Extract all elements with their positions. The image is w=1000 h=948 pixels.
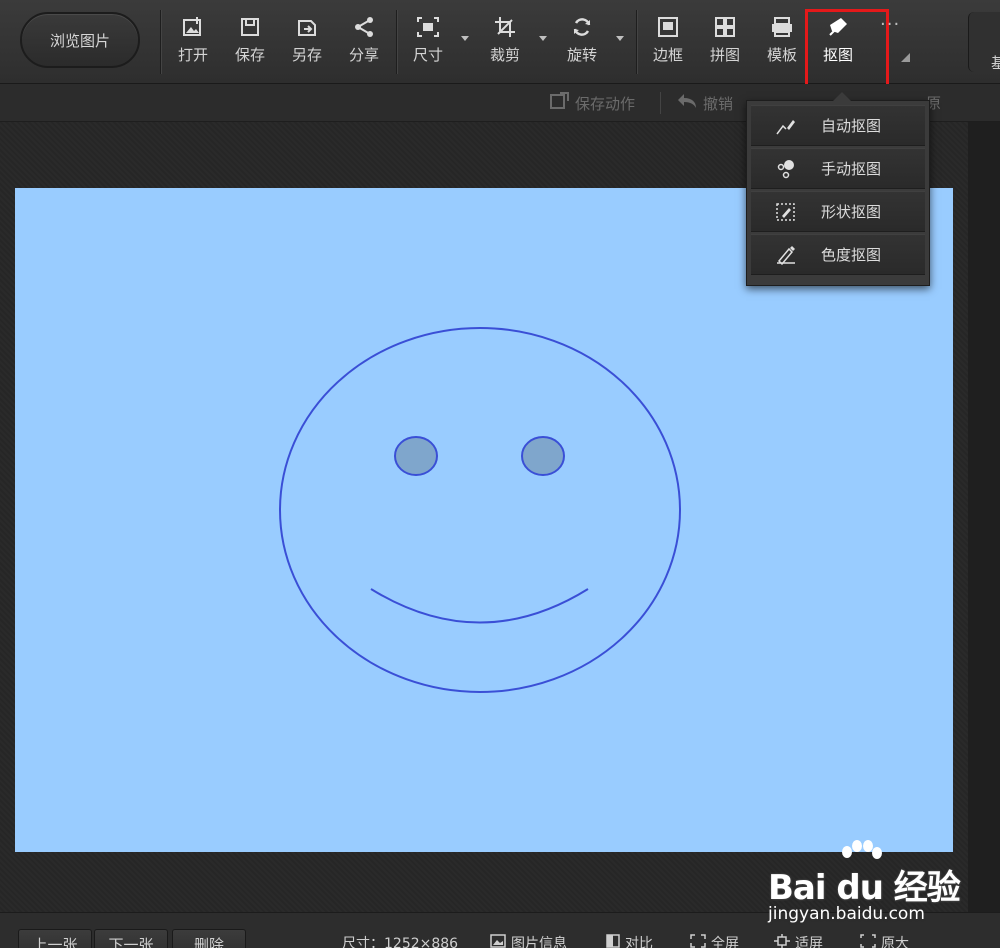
menu-item-label: 形状抠图: [821, 203, 882, 221]
open-button[interactable]: 打开: [167, 12, 219, 72]
save-action-label: 保存动作: [575, 94, 636, 113]
open-label: 打开: [177, 46, 208, 64]
template-button[interactable]: 模板: [756, 12, 808, 72]
image-info-button[interactable]: 图片信息: [490, 933, 567, 948]
border-icon: [657, 12, 679, 42]
menu-item-chroma-cutout[interactable]: 色度抠图: [751, 234, 925, 275]
save-action-button[interactable]: 保存动作: [550, 92, 635, 114]
browse-images-button[interactable]: 浏览图片: [20, 12, 140, 68]
resize-label: 尺寸: [412, 46, 443, 64]
toolbar-divider: [396, 10, 397, 74]
rotate-icon: [571, 12, 593, 42]
manual-cutout-icon: [751, 159, 821, 179]
toolbar-divider: [636, 10, 637, 74]
original-size-button[interactable]: 原大: [860, 933, 909, 948]
rotate-button[interactable]: 旋转: [556, 12, 608, 72]
next-image-button[interactable]: 下一张: [94, 929, 168, 948]
image-canvas[interactable]: [15, 188, 953, 852]
watermark-brand: Bai du 经验: [768, 868, 961, 908]
template-label: 模板: [766, 46, 797, 64]
compare-icon: [606, 934, 620, 948]
more-button[interactable]: ···: [880, 14, 900, 35]
crop-icon: [494, 12, 516, 42]
action-bar-divider: [660, 92, 661, 114]
crop-button[interactable]: 裁剪: [479, 12, 531, 72]
save-action-icon: [550, 92, 570, 114]
undo-icon: [676, 92, 698, 114]
collage-label: 拼图: [709, 46, 740, 64]
undo-label: 撤销: [703, 94, 734, 113]
delete-image-button[interactable]: 删除: [172, 929, 246, 948]
fit-screen-icon: [774, 934, 790, 948]
fit-screen-button[interactable]: 适屏: [774, 933, 823, 948]
save-as-label: 另存: [291, 46, 322, 64]
right-panel-tab-label: 基: [991, 54, 1000, 72]
fullscreen-label: 全屏: [711, 936, 739, 948]
fullscreen-icon: [690, 934, 706, 948]
right-panel-rail: [968, 122, 1000, 912]
resize-dropdown-caret[interactable]: [461, 36, 469, 41]
shape-cutout-icon: [751, 202, 821, 222]
fullscreen-button[interactable]: 全屏: [690, 933, 739, 948]
menu-item-label: 自动抠图: [821, 117, 882, 135]
image-size-readout: 尺寸：1252×886: [342, 933, 458, 948]
image-info-icon: [490, 934, 506, 948]
compare-label: 对比: [625, 936, 653, 948]
template-icon: [770, 12, 794, 42]
auto-cutout-icon: [751, 116, 821, 136]
save-icon: [239, 12, 261, 42]
menu-item-label: 手动抠图: [821, 160, 882, 178]
save-button[interactable]: 保存: [224, 12, 276, 72]
resize-button[interactable]: 尺寸: [402, 12, 454, 72]
menu-item-manual-cutout[interactable]: 手动抠图: [751, 148, 925, 189]
crop-label: 裁剪: [489, 46, 520, 64]
border-label: 边框: [652, 46, 683, 64]
smiley-face-image: [279, 327, 681, 693]
menu-item-auto-cutout[interactable]: 自动抠图: [751, 105, 925, 146]
watermark-url: jingyan.baidu.com: [768, 904, 925, 924]
crop-dropdown-caret[interactable]: [539, 36, 547, 41]
share-icon: [353, 12, 375, 42]
border-button[interactable]: 边框: [642, 12, 694, 72]
original-size-icon: [860, 934, 876, 948]
main-toolbar: 浏览图片 打开 保存 另存 分享 尺寸 裁剪 旋转 边框 拼图 模板 抠图 ··…: [0, 0, 1000, 89]
undo-button[interactable]: 撤销: [676, 92, 733, 114]
open-image-icon: [182, 12, 204, 42]
menu-item-label: 色度抠图: [821, 246, 882, 264]
original-size-label: 原大: [881, 936, 909, 948]
collage-icon: [714, 12, 736, 42]
right-eye: [521, 436, 565, 476]
image-info-label: 图片信息: [511, 936, 567, 948]
save-label: 保存: [234, 46, 265, 64]
save-as-button[interactable]: 另存: [281, 12, 333, 72]
toolbar-divider: [160, 10, 161, 74]
cutout-highlight-box: [805, 9, 889, 89]
face-outline: [279, 327, 681, 693]
cutout-dropdown-menu: 自动抠图 手动抠图 形状抠图 色度抠图: [746, 92, 930, 286]
share-button[interactable]: 分享: [338, 12, 390, 72]
rotate-label: 旋转: [566, 46, 597, 64]
right-panel-tab[interactable]: 基: [968, 12, 1000, 72]
share-label: 分享: [348, 46, 379, 64]
menu-item-shape-cutout[interactable]: 形状抠图: [751, 191, 925, 232]
toolbar-expand-caret[interactable]: [901, 53, 910, 62]
resize-icon: [416, 12, 440, 42]
rotate-dropdown-caret[interactable]: [616, 36, 624, 41]
smile-mouth: [370, 588, 589, 624]
collage-button[interactable]: 拼图: [699, 12, 751, 72]
baidu-jingyan-watermark: Bai du 经验 jingyan.baidu.com: [760, 838, 961, 928]
image-size-text: 尺寸：1252×886: [342, 936, 459, 948]
left-eye: [394, 436, 438, 476]
chroma-cutout-icon: [751, 245, 821, 265]
compare-button[interactable]: 对比: [606, 933, 653, 948]
fit-screen-label: 适屏: [795, 936, 823, 948]
previous-image-button[interactable]: 上一张: [18, 929, 92, 948]
save-as-icon: [296, 12, 318, 42]
